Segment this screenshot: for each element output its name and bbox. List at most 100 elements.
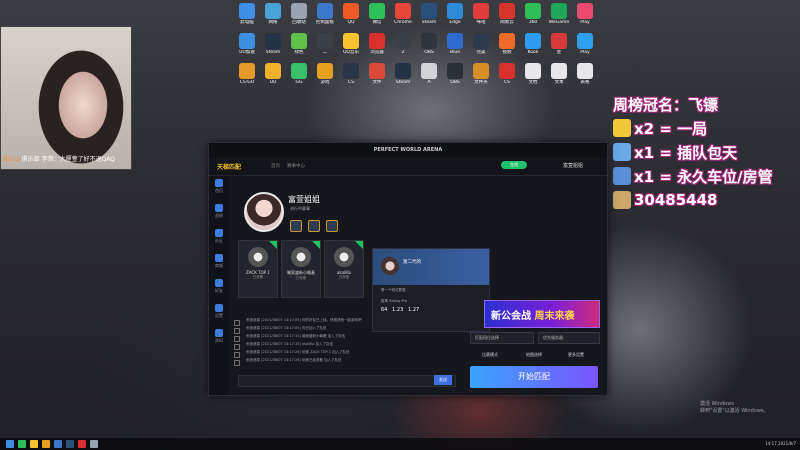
banner-part1: 新公会战: [491, 311, 531, 322]
popup-label: 第一个段位数据: [381, 288, 406, 292]
app-icon: [343, 3, 359, 19]
stat-a: 64: [381, 307, 388, 313]
window-title: PERFECT WORLD ARENA: [373, 147, 443, 153]
stat-c: 1.27: [408, 307, 420, 313]
sidebar-label: 商城: [215, 263, 223, 268]
ready-flag-icon: [355, 241, 363, 249]
profile-link[interactable]: 进行中赛事: [290, 206, 310, 212]
taskbar-app-icon[interactable]: [78, 440, 86, 448]
sidebar-label: 好友: [215, 288, 223, 293]
member-status: 已准备: [252, 275, 264, 279]
map-button[interactable]: 地图选择: [514, 350, 554, 360]
rank-badge-icon: [290, 220, 302, 232]
taskbar-app-icon[interactable]: [42, 440, 50, 448]
app-icon: [499, 63, 515, 79]
stream-overlay: 周榜冠名：飞镖 x2 = 一局 x1 = 插队包天 x1 = 永久车位/房管 30485…: [613, 92, 800, 212]
log-line: 系统消息 [2021/08/07 14:17:28] 玩家已经准备 加入了队伍: [228, 358, 456, 366]
server-select[interactable]: 优先服务器: [538, 332, 600, 344]
desktop-icon-label: Play: [580, 20, 590, 25]
app-icon: [447, 3, 463, 19]
rank-select[interactable]: 匹配段位选择: [470, 332, 534, 344]
sidebar-label: 社区: [215, 238, 223, 243]
app-icon: [525, 63, 541, 79]
overlay-line: x1 = 插队包天: [613, 140, 800, 164]
banner-text: 新公会战 周末来袭: [491, 307, 574, 322]
system-clock[interactable]: 14:17 2021/8/7: [765, 441, 796, 446]
medal-icon: [326, 220, 338, 232]
sidebar-item[interactable]: 资料: [209, 329, 229, 351]
watermark-line2: 转到"设置"以激活 Windows。: [700, 408, 769, 414]
desktop-icon[interactable]: 表格: [570, 60, 600, 85]
app-icon: [473, 3, 489, 19]
sidebar-item[interactable]: 战绩: [209, 204, 229, 226]
taskbar-app-icon[interactable]: [90, 440, 98, 448]
overlay-text: x1 = 永久车位/房管: [634, 167, 773, 186]
app-icon: [369, 3, 385, 19]
app-icon: [265, 63, 281, 79]
sidebar-label: 首页: [215, 188, 223, 193]
sidebar-item[interactable]: 社区: [209, 229, 229, 251]
app-icon: [239, 63, 255, 79]
app-icon: [447, 33, 463, 49]
sidebar-item[interactable]: 设置: [209, 304, 229, 326]
taskbar-app-icon[interactable]: [18, 440, 26, 448]
sidebar-icon: [215, 304, 223, 312]
app-icon: [577, 63, 593, 79]
sidebar-icon: [215, 229, 223, 237]
tab-events[interactable]: 赛事中心: [287, 163, 305, 169]
party-member-card[interactable]: akaliKo 已准备: [324, 240, 364, 298]
app-icon: [421, 3, 437, 19]
ready-flag-icon: [312, 241, 320, 249]
nav-username[interactable]: 富萱姐姐: [563, 162, 583, 169]
start-match-button[interactable]: 开始匹配: [470, 366, 598, 388]
member-status: 已准备: [295, 276, 307, 280]
event-banner[interactable]: 新公会战 周末来袭: [484, 300, 600, 328]
settings-button[interactable]: 更多设置: [556, 350, 596, 360]
app-icon: [525, 3, 541, 19]
sidebar-icon: [215, 254, 223, 262]
app-icon: [317, 63, 333, 79]
member-avatar: [291, 247, 311, 267]
taskbar-app-icon[interactable]: [6, 440, 14, 448]
overlay-line: x2 = 一局: [613, 116, 800, 140]
party-member-card[interactable]: ZACK TOP 1 已准备: [238, 240, 278, 298]
desktop-icon[interactable]: Play: [570, 30, 600, 55]
app-logo[interactable]: 天梯匹配: [217, 162, 241, 171]
chat-input[interactable]: [238, 375, 456, 387]
sidebar-item[interactable]: 商城: [209, 254, 229, 276]
avatar[interactable]: [244, 192, 284, 232]
desktop-icon-label: Play: [580, 50, 590, 55]
desktop-icon[interactable]: Play: [570, 0, 600, 25]
app-icon: [551, 63, 567, 79]
level-badge-icon: [308, 220, 320, 232]
banner-part2: 周末来袭: [534, 311, 575, 322]
app-icon: [239, 3, 255, 19]
overlay-text: x2 = 一局: [634, 119, 708, 138]
app-icon: [525, 33, 541, 49]
send-button[interactable]: 发送: [434, 375, 452, 385]
taskbar-app-icon[interactable]: [30, 440, 38, 448]
popup-avatar: [381, 257, 399, 275]
overlay-line: 30485448: [613, 188, 800, 212]
overlay-text: 周榜冠名：飞镖: [613, 95, 719, 114]
gift-icon: [613, 143, 631, 161]
sidebar-item[interactable]: 好友: [209, 279, 229, 301]
app-icon: [473, 63, 489, 79]
log-line: 系统消息 [2021/08/07 14:17:26] 玩家 ZACK TOP 1…: [228, 350, 456, 358]
tab-home[interactable]: 首页: [271, 163, 280, 169]
log-line: 系统消息 [2021/08/07 14:17:13] 喻家盛新小翰基 加入了队伍: [228, 334, 456, 342]
taskbar-app-icon[interactable]: [54, 440, 62, 448]
sidebar-icon: [215, 179, 223, 187]
desktop-icon-grid: 此电脑 网络 回收站 控制面板 QQ 微信 Chrome Steam Edge 咪咕 网易云 360 W…: [232, 0, 602, 92]
app-icon: [265, 33, 281, 49]
party-member-card[interactable]: 喻家盛新小翰基 已准备: [281, 240, 321, 298]
app-icon: [551, 3, 567, 19]
mode-button[interactable]: 比赛模式: [470, 350, 510, 360]
app-icon: [291, 33, 307, 49]
app-icon: [395, 63, 411, 79]
online-pill[interactable]: 在线: [501, 161, 527, 169]
sidebar-item[interactable]: 首页: [209, 179, 229, 201]
log-line: 系统消息 [2021/08/07 14:17:15] akaliKo 加入了队伍: [228, 342, 456, 350]
app-icon: [369, 33, 385, 49]
taskbar-app-icon[interactable]: [66, 440, 74, 448]
